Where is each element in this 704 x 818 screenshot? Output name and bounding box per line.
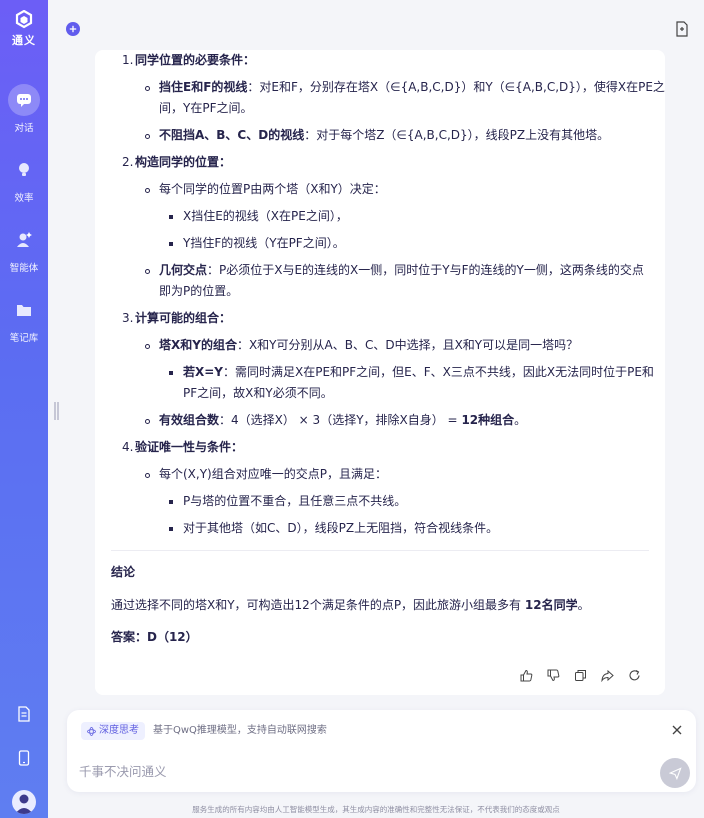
list-item: X挡住E的视线（X在PE之间），	[183, 209, 348, 223]
bullet	[145, 134, 150, 139]
close-icon[interactable]	[671, 724, 683, 736]
atom-icon	[87, 726, 96, 736]
bullet	[169, 500, 173, 504]
section-title: 验证唯一性与条件：	[135, 440, 244, 454]
list-item: 对于其他塔（如C、D），线段PZ上无阻挡，符合视线条件。	[183, 521, 499, 535]
sidebar-item-label: 对话	[14, 123, 34, 134]
list-item: Y挡住F的视线（Y在PF之间）。	[183, 236, 345, 250]
deep-think-toggle[interactable]: 深度思考	[81, 722, 145, 740]
sidebar: 通义 对话 效率 智能体 笔记库	[0, 0, 48, 818]
bullet	[145, 188, 150, 193]
send-button[interactable]	[660, 758, 690, 788]
list-item: 不阻挡A、B、C、D的视线：对于每个塔Z（∈{A,B,C,D}），线段PZ上没有…	[159, 128, 610, 142]
sidebar-bottom	[0, 702, 48, 818]
logo-text: 通义	[12, 34, 36, 47]
list-item: 若X=Y：需同时满足X在PE和PF之间，但E、F、X三点不共线，因此X无法同时位…	[183, 365, 654, 379]
answer-card: 1. 同学位置的必要条件： 挡住E和F的视线：对E和F，分别存在塔X（∈{A,B…	[95, 50, 665, 695]
bullet	[145, 473, 150, 478]
list-item: 挡住E和F的视线：对E和F，分别存在塔X（∈{A,B,C,D}）和Y（∈{A,B…	[159, 80, 665, 94]
list-item-cont: PF之间，故X和Y必须不同。	[183, 386, 333, 400]
disclaimer: 服务生成的所有内容均由人工智能模型生成，其生成内容的准确性和完整性无法保证，不代…	[192, 805, 560, 814]
sidebar-collapse-handle[interactable]	[54, 402, 59, 420]
regenerate-icon[interactable]	[628, 667, 641, 681]
bullet	[145, 86, 150, 91]
conclusion-title: 结论	[111, 565, 136, 579]
agent-icon	[8, 224, 40, 256]
sidebar-item-label: 效率	[14, 193, 34, 204]
deep-think-description: 基于QwQ推理模型，支持自动联网搜索	[153, 725, 327, 736]
sidebar-item-label: 笔记库	[9, 333, 39, 344]
plus-icon	[69, 25, 77, 33]
new-chat-button[interactable]	[66, 22, 80, 36]
deep-think-label: 深度思考	[99, 725, 139, 736]
sidebar-item-efficiency[interactable]: 效率	[0, 154, 48, 204]
tongyi-logo-icon	[15, 10, 33, 29]
bullet	[169, 371, 173, 375]
conclusion-text: 通过选择不同的塔X和Y，可构造出12个满足条件的点P，因此旅游小组最多有 12名…	[111, 598, 590, 612]
list-number: 2.	[122, 155, 134, 169]
section-title: 计算可能的组合：	[135, 311, 232, 325]
chat-icon	[8, 84, 40, 116]
bulb-icon	[8, 154, 40, 186]
phone-icon[interactable]	[12, 746, 36, 770]
sidebar-item-agents[interactable]: 智能体	[0, 224, 48, 274]
document-icon[interactable]	[12, 702, 36, 726]
send-icon	[668, 766, 682, 780]
chat-input[interactable]	[79, 760, 639, 782]
sidebar-item-label: 智能体	[9, 263, 39, 274]
section-title: 构造同学的位置：	[135, 155, 232, 169]
list-number: 1.	[122, 53, 134, 67]
list-item-cont: 间，Y在PF之间。	[159, 101, 253, 115]
thumbs-up-icon[interactable]	[520, 667, 533, 682]
bullet	[169, 242, 173, 246]
list-item: 几何交点：P必须位于X与E的连线的X一侧，同时位于Y与F的连线的Y一侧，这两条线…	[159, 263, 644, 277]
sidebar-item-chat[interactable]: 对话	[0, 84, 48, 134]
sidebar-item-notes[interactable]: 笔记库	[0, 294, 48, 344]
list-number: 3.	[122, 311, 134, 325]
share-icon[interactable]	[601, 667, 614, 683]
answer-label: 答案：D（12）	[111, 630, 198, 644]
list-number: 4.	[122, 440, 134, 454]
list-item: 塔X和Y的组合：X和Y可分别从A、B、C、D中选择，且X和Y可以是同一塔吗？	[159, 338, 579, 352]
bullet	[145, 344, 150, 349]
copy-icon[interactable]	[574, 667, 587, 681]
folder-icon	[8, 294, 40, 326]
message-actions	[520, 667, 641, 683]
bullet	[145, 269, 150, 274]
list-item: P与塔的位置不重合，且任意三点不共线。	[183, 494, 407, 508]
logo[interactable]: 通义	[12, 10, 36, 48]
list-item: 每个同学的位置P由两个塔（X和Y）决定：	[159, 182, 386, 196]
bullet	[169, 215, 173, 219]
thumbs-down-icon[interactable]	[547, 667, 560, 682]
bullet	[169, 527, 173, 531]
bullet	[145, 419, 150, 424]
divider	[111, 550, 649, 551]
list-item-cont: 即为P的位置。	[159, 284, 239, 298]
chat-input-box: 深度思考 基于QwQ推理模型，支持自动联网搜索	[67, 710, 696, 792]
document-edit-icon[interactable]	[674, 21, 690, 37]
list-item: 每个(X,Y)组合对应唯一的交点P，且满足：	[159, 467, 387, 481]
sidebar-nav: 对话 效率 智能体 笔记库	[0, 84, 48, 364]
list-item: 有效组合数：4（选择X） × 3（选择Y，排除X自身） = 12种组合。	[159, 413, 527, 427]
section-title: 同学位置的必要条件：	[135, 53, 256, 67]
